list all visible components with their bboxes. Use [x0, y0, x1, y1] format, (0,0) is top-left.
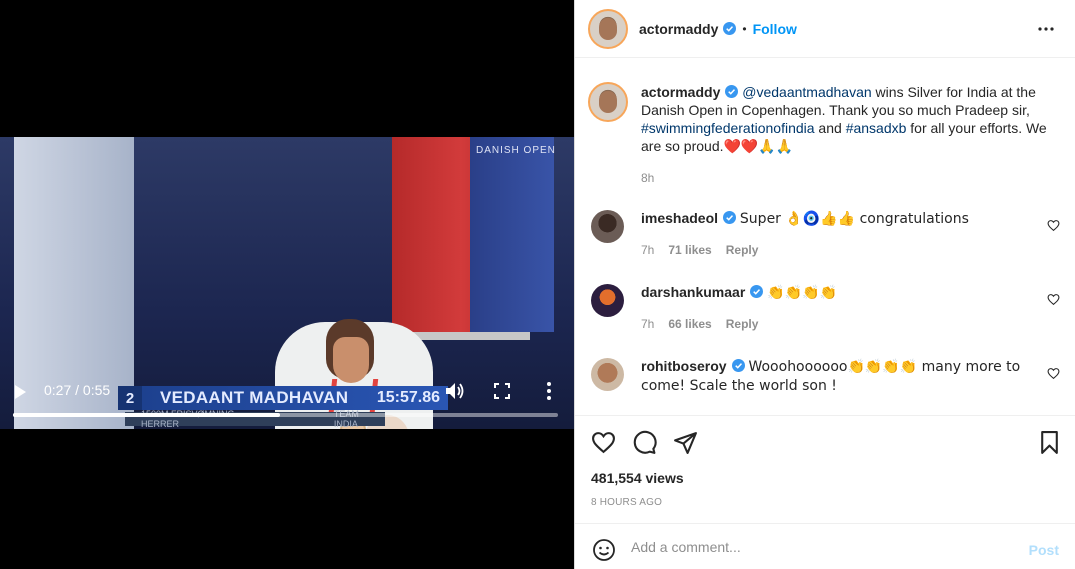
video-more-button[interactable]: [541, 381, 557, 401]
video-team-line: TEAM INDIA: [333, 409, 359, 429]
verified-badge-icon: [725, 85, 739, 98]
header-username[interactable]: actormaddy: [639, 21, 718, 37]
video-controls: 0:27 / 0:55: [0, 376, 574, 406]
fullscreen-button[interactable]: [493, 382, 511, 400]
post-side-panel: actormaddy • Follow actormaddy @vedaantm…: [574, 0, 1075, 569]
video-progress-bar[interactable]: [13, 413, 558, 417]
post-actions: 481,554 views 8 HOURS AGO: [575, 415, 1075, 523]
comment-input[interactable]: [631, 536, 1011, 558]
like-comment-heart-icon[interactable]: [1047, 293, 1060, 306]
caption-username[interactable]: actormaddy: [641, 84, 720, 100]
comment-body: 👏👏👏👏: [767, 285, 837, 301]
comment-username[interactable]: rohitboseroy: [641, 358, 727, 374]
video-pane[interactable]: DANISH OPEN 2 VEDAANT MADHAVAN 15:57.86 …: [0, 0, 574, 569]
caption-emojis: ❤️❤️🙏🙏: [723, 139, 794, 155]
comment-time[interactable]: 7h: [641, 317, 654, 331]
avatar[interactable]: [588, 8, 628, 49]
share-send-icon[interactable]: [673, 430, 698, 455]
fullscreen-icon: [494, 383, 510, 399]
like-comment-heart-icon[interactable]: [1047, 219, 1060, 232]
post-comment-button[interactable]: Post: [1029, 542, 1059, 558]
save-bookmark-icon[interactable]: [1037, 430, 1062, 455]
video-progress-fill: [13, 413, 281, 417]
follow-button[interactable]: Follow: [753, 21, 797, 37]
header-separator: •: [742, 21, 747, 36]
verified-badge-icon: [723, 22, 737, 35]
video-event-line: 1500M FRISVØMNING HERRER: [141, 409, 235, 429]
post-options-button[interactable]: [1037, 20, 1055, 38]
caption-text-part-2: and: [814, 120, 846, 136]
verified-badge-icon: [750, 285, 764, 298]
comment-likes[interactable]: 66 likes: [668, 317, 711, 331]
verified-badge-icon: [731, 359, 745, 372]
volume-button[interactable]: [445, 382, 465, 400]
comment-text: darshankumaar 👏👏👏👏: [641, 283, 1056, 302]
comment-avatar[interactable]: [591, 210, 624, 243]
comment-avatar[interactable]: [591, 358, 624, 391]
reply-button[interactable]: Reply: [726, 317, 759, 331]
video-right-panel: [470, 137, 554, 332]
video-time-display: 0:27 / 0:55: [44, 382, 111, 398]
comments-list[interactable]: actormaddy @vedaantmadhavan wins Silver …: [575, 58, 1075, 415]
play-button[interactable]: [12, 384, 28, 400]
caption-hashtag-ansadxb[interactable]: #ansadxb: [846, 120, 907, 136]
caption-mention-link[interactable]: @vedaantmadhavan: [742, 84, 871, 100]
emoji-smiley-icon[interactable]: [592, 538, 616, 562]
like-comment-heart-icon[interactable]: [1047, 367, 1060, 380]
like-heart-icon[interactable]: [591, 430, 616, 455]
more-vertical-icon: [547, 382, 551, 400]
caption-time[interactable]: 8h: [641, 171, 654, 185]
comment-username[interactable]: darshankumaar: [641, 284, 745, 300]
video-event-logo: DANISH OPEN: [476, 145, 556, 156]
play-icon: [15, 385, 26, 399]
views-count[interactable]: 481,554 views: [591, 470, 684, 486]
comment-username[interactable]: imeshadeol: [641, 210, 718, 226]
caption-avatar[interactable]: [588, 82, 628, 122]
post-timestamp[interactable]: 8 HOURS AGO: [591, 497, 662, 508]
comment-text: rohitboseroy Wooohoooooo👏👏👏👏 many more t…: [641, 357, 1056, 395]
post-header: actormaddy • Follow: [575, 0, 1075, 58]
comment-body: Super 👌🧿👍👍 congratulations: [739, 211, 969, 227]
comment-text: imeshadeol Super 👌🧿👍👍 congratulations: [641, 209, 1056, 228]
caption-text: actormaddy @vedaantmadhavan wins Silver …: [641, 83, 1056, 156]
comment-likes[interactable]: 71 likes: [668, 243, 711, 257]
comment-meta: 7h 66 likes Reply: [641, 317, 758, 331]
comment-time[interactable]: 7h: [641, 243, 654, 257]
caption-hashtag-swimming[interactable]: #swimmingfederationofindia: [641, 120, 815, 136]
comment-meta: 7h 71 likes Reply: [641, 243, 758, 257]
more-horizontal-icon: [1038, 27, 1054, 31]
volume-icon: [446, 383, 464, 399]
verified-badge-icon: [723, 211, 737, 224]
comment-composer: Post: [575, 523, 1075, 569]
comment-avatar[interactable]: [591, 284, 624, 317]
reply-button[interactable]: Reply: [726, 243, 759, 257]
comment-bubble-icon[interactable]: [632, 430, 657, 455]
